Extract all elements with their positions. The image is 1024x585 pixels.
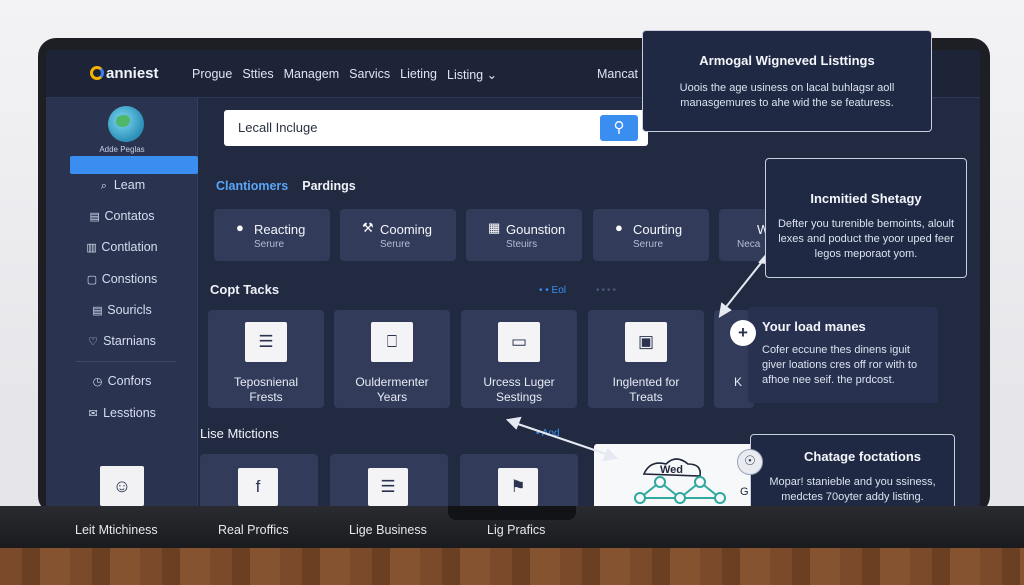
panel-title: Your load manes bbox=[762, 319, 866, 334]
footer-link-lige-business[interactable]: Lige Business bbox=[349, 523, 427, 537]
panel-body: Cofer eccune thes dinens iguit giver loa… bbox=[762, 344, 918, 386]
footer-link-real-proffics[interactable]: Real Proffics bbox=[218, 523, 289, 537]
footer-link-mtichiness[interactable]: Leit Mtichiness bbox=[75, 523, 158, 537]
plus-icon[interactable]: + bbox=[730, 320, 756, 346]
callout-title: Incmitied Shetagy bbox=[810, 191, 922, 206]
callout-strategy: Incmitied Shetagy Defter you turenible b… bbox=[765, 158, 967, 278]
callout-body: Uoois the age usiness on lacal buhlagsr … bbox=[679, 82, 895, 109]
footer-link-lig-prafics[interactable]: Lig Prafics bbox=[487, 523, 545, 537]
laptop-notch bbox=[448, 506, 576, 520]
lock-icon: ☉ bbox=[737, 449, 763, 475]
callout-title: Armogal Wigneved Listtings bbox=[699, 53, 875, 68]
callout-body: Defter you turenible bemoints, aloult le… bbox=[777, 218, 955, 260]
callout-title: Chatage foctations bbox=[803, 449, 921, 464]
callout-local-listings: Armogal Wigneved Listtings Uoois the age… bbox=[642, 30, 932, 132]
info-panel-load: Your load manes Cofer eccune thes dinens… bbox=[748, 307, 938, 403]
callout-body: Mopar! stanieble and you ssiness, medcte… bbox=[769, 476, 936, 503]
